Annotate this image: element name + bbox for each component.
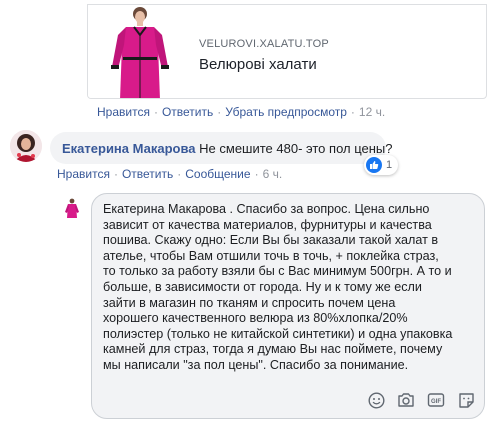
remove-preview-link[interactable]: Убрать предпросмотр xyxy=(225,105,347,119)
reply-toolbar: GIF xyxy=(366,390,476,410)
comment-message-link[interactable]: Сообщение xyxy=(185,167,250,181)
like-link[interactable]: Нравится xyxy=(97,105,150,119)
reaction-badge[interactable]: 1 xyxy=(364,155,399,175)
post-actions-row: Нравится · Ответить · Убрать предпросмотр · 12… xyxy=(97,105,386,119)
svg-text:GIF: GIF xyxy=(431,399,441,405)
comment-bubble: Екатерина Макарова Не смешите 480- это п… xyxy=(50,132,393,164)
reply-link[interactable]: Ответить xyxy=(162,105,213,119)
reply-input[interactable]: Екатерина Макарова . Спасибо за вопрос. … xyxy=(91,193,485,419)
like-icon xyxy=(366,157,382,173)
avatar[interactable] xyxy=(10,130,42,162)
comment-author[interactable]: Екатерина Макарова xyxy=(62,141,196,156)
link-preview-domain: VELUROVI.XALATU.TOP xyxy=(199,38,329,50)
sticker-icon[interactable] xyxy=(456,390,476,410)
comment-reply-link[interactable]: Ответить xyxy=(122,167,173,181)
comment-actions-row: Нравится · Ответить · Сообщение · 6 ч. xyxy=(57,167,283,181)
link-preview-title[interactable]: Велюрові халати xyxy=(199,56,317,73)
reply-avatar xyxy=(63,198,81,218)
reaction-count: 1 xyxy=(386,159,393,171)
link-preview-card[interactable]: VELUROVI.XALATU.TOP Велюрові халати xyxy=(87,4,487,99)
comment-text: Не смешите 480- это пол цены? xyxy=(199,141,393,156)
reply-input-text[interactable]: Екатерина Макарова . Спасибо за вопрос. … xyxy=(103,202,477,374)
comment-like-link[interactable]: Нравится xyxy=(57,167,110,181)
post-timestamp[interactable]: 12 ч. xyxy=(359,105,385,119)
camera-icon[interactable] xyxy=(396,390,416,410)
emoji-icon[interactable] xyxy=(366,390,386,410)
comment-timestamp[interactable]: 6 ч. xyxy=(263,167,283,181)
link-preview-image xyxy=(88,5,188,98)
gif-icon[interactable]: GIF xyxy=(426,390,446,410)
